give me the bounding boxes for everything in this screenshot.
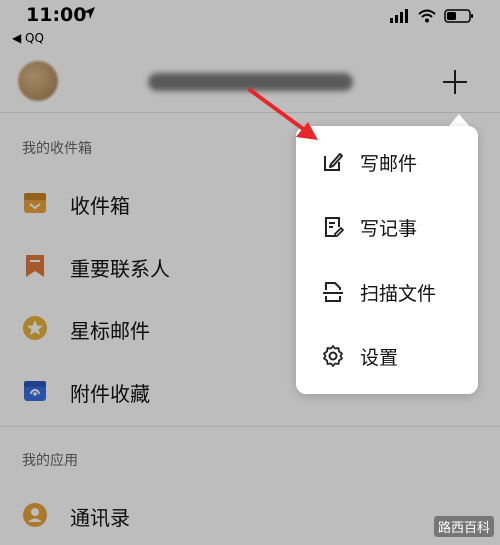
watermark: 路西百科 [433,516,494,537]
annotation-arrow-icon [248,88,318,140]
